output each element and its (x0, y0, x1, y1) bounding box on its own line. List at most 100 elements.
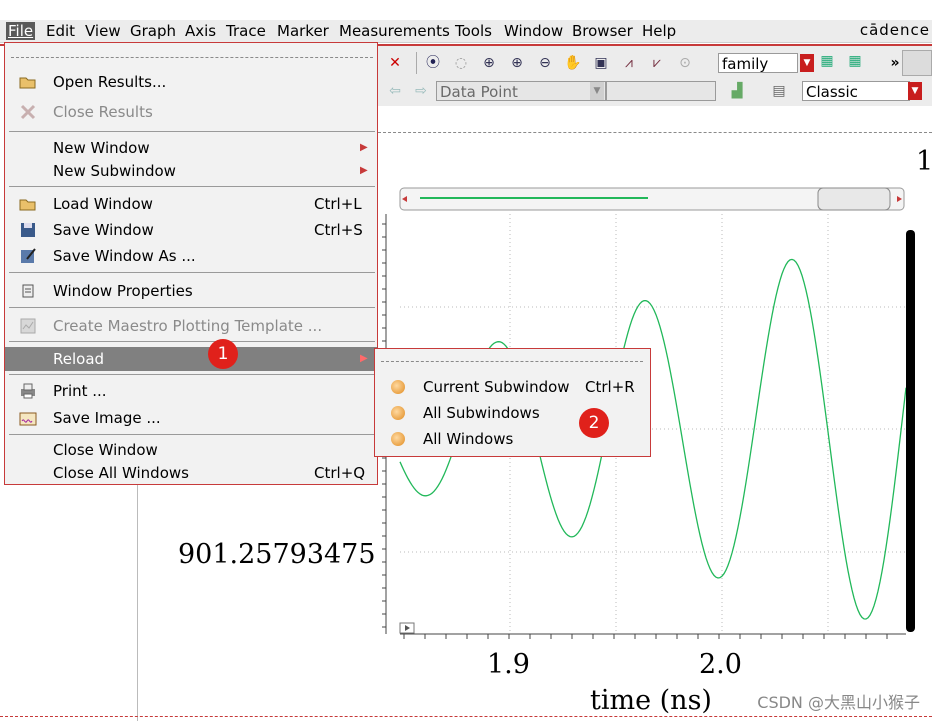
toolbar-divider (416, 52, 417, 74)
chevron-down-icon[interactable]: ▼ (590, 82, 604, 100)
menu-item-label: Print ... (53, 382, 107, 400)
folder-open-icon (19, 73, 37, 91)
toolbar-bottom-divider (378, 132, 932, 133)
save-as-icon (19, 247, 37, 265)
submenu-item-label: All Windows (423, 430, 514, 448)
y-tick-label: 901.25793475 (178, 539, 376, 570)
menu-item-create-maestro-template[interactable]: Create Maestro Plotting Template ... (5, 315, 377, 337)
menu-view[interactable]: View (83, 22, 123, 40)
zoom-out-icon[interactable]: ⊖ (536, 54, 554, 72)
menu-item-reload[interactable]: Reload ▶ (5, 347, 377, 371)
menu-axis[interactable]: Axis (183, 22, 218, 40)
menu-item-label: Create Maestro Plotting Template ... (53, 317, 323, 335)
data-point-select[interactable]: Data Point (436, 81, 606, 101)
menu-edit[interactable]: Edit (44, 22, 77, 40)
watermark: CSDN @大黑山小猴子 (757, 693, 920, 712)
family-select[interactable]: family (718, 53, 798, 73)
trace-selection-bar[interactable] (906, 230, 915, 632)
menu-measurements[interactable]: Measurements (337, 22, 452, 40)
menu-item-label: New Window (53, 139, 150, 157)
zoom-box-icon[interactable]: ▣ (592, 54, 610, 72)
zoom-fit-icon[interactable]: ⊕ (480, 54, 498, 72)
data-point-value-field[interactable] (606, 81, 716, 101)
menu-marker[interactable]: Marker (275, 22, 331, 40)
menu-item-save-image[interactable]: Save Image ... (5, 407, 377, 429)
chevron-down-icon[interactable]: ▼ (908, 82, 922, 100)
histogram-icon[interactable]: ▟ (728, 82, 746, 100)
menu-item-shortcut: Ctrl+S (314, 221, 363, 239)
pan-icon[interactable]: ✋ (564, 54, 582, 72)
menu-item-shortcut: Ctrl+Q (314, 464, 366, 482)
menu-item-label: Save Image ... (53, 409, 161, 427)
submenu-item-label: All Subwindows (423, 404, 540, 422)
annotation-badge-2: 2 (579, 408, 609, 438)
calculator-icon[interactable]: ▤ (770, 82, 788, 100)
reload-icon (391, 380, 405, 394)
grid-split-icon[interactable]: ▦ (846, 52, 864, 70)
menu-separator (9, 434, 375, 435)
menu-item-label: Open Results... (53, 73, 167, 91)
refresh-icon[interactable]: ◌ (452, 54, 470, 72)
zoom-in-icon[interactable]: ⊕ (508, 54, 526, 72)
menu-item-close-results[interactable]: Close Results (5, 101, 377, 123)
menu-item-close-all-windows[interactable]: Close All Windows Ctrl+Q (5, 462, 377, 484)
menu-file[interactable]: File (6, 22, 36, 40)
submenu-arrow-icon: ▶ (360, 142, 368, 153)
menu-item-label: Reload (53, 350, 105, 368)
menu-item-new-window[interactable]: New Window ▶ (5, 137, 377, 159)
classic-select-value: Classic (806, 83, 858, 101)
grid-view-icon[interactable] (902, 50, 932, 76)
close-x-icon (19, 103, 37, 121)
zoom-x-icon[interactable]: ⩘ (620, 54, 638, 72)
printer-icon (19, 382, 37, 400)
menu-separator (9, 341, 375, 342)
stop-icon[interactable]: ⦿ (424, 54, 442, 72)
menu-item-label: Window Properties (53, 282, 193, 300)
menu-item-label: Load Window (53, 195, 153, 213)
menu-item-label: Save Window As ... (53, 247, 196, 265)
delete-icon[interactable]: ✕ (386, 54, 404, 72)
menu-item-label: New Subwindow (53, 162, 176, 180)
menu-browser[interactable]: Browser (570, 22, 635, 40)
submenu-arrow-icon: ▶ (360, 353, 368, 364)
zoom-y-icon[interactable]: ⩗ (648, 54, 666, 72)
menu-item-print[interactable]: Print ... (5, 380, 377, 402)
title-strip (0, 0, 932, 20)
menu-item-new-subwindow[interactable]: New Subwindow ▶ (5, 160, 377, 182)
annotation-badge-1: 1 (208, 339, 238, 369)
tearoff-line[interactable] (381, 361, 643, 362)
x-axis-label: time (ns) (590, 685, 712, 716)
arrow-right-icon[interactable]: ⇨ (412, 82, 430, 100)
menu-item-save-window[interactable]: Save Window Ctrl+S (5, 219, 377, 241)
submenu-item-shortcut: Ctrl+R (585, 378, 635, 396)
menu-trace[interactable]: Trace (224, 22, 268, 40)
menu-tools[interactable]: Tools (453, 22, 494, 40)
menu-graph[interactable]: Graph (128, 22, 178, 40)
submenu-item-current-subwindow[interactable]: Current Subwindow Ctrl+R (375, 376, 650, 398)
zoom-reset-icon[interactable]: ⊙ (676, 54, 694, 72)
x-scrollbar-thumb[interactable] (817, 187, 891, 211)
bottom-dashed-border (0, 716, 932, 717)
menu-bar: File Edit View Graph Axis Trace Marker M… (0, 20, 932, 43)
menu-item-window-properties[interactable]: Window Properties (5, 280, 377, 302)
classic-select[interactable]: Classic (802, 81, 910, 101)
menu-item-open-results[interactable]: Open Results... (5, 71, 377, 93)
menu-separator (9, 307, 375, 308)
grid-layout-icon[interactable]: ▦ (818, 52, 836, 70)
menu-item-save-window-as[interactable]: Save Window As ... (5, 245, 377, 267)
menu-help[interactable]: Help (640, 22, 678, 40)
image-icon (19, 409, 37, 427)
menu-separator (9, 374, 375, 375)
menu-item-load-window[interactable]: Load Window Ctrl+L (5, 193, 377, 215)
menu-window[interactable]: Window (502, 22, 565, 40)
cadence-logo: cādence (859, 21, 930, 39)
file-menu: Open Results... Close Results New Window… (4, 42, 378, 485)
menu-item-close-window[interactable]: Close Window (5, 439, 377, 461)
tearoff-line[interactable] (11, 57, 373, 58)
x-tick-label: 2.0 (699, 649, 742, 680)
folder-open-icon (19, 195, 37, 213)
chevron-down-icon[interactable]: ▼ (800, 54, 814, 72)
reload-icon (391, 432, 405, 446)
submenu-item-all-windows[interactable]: All Windows (375, 428, 650, 450)
arrow-left-icon[interactable]: ⇦ (386, 82, 404, 100)
